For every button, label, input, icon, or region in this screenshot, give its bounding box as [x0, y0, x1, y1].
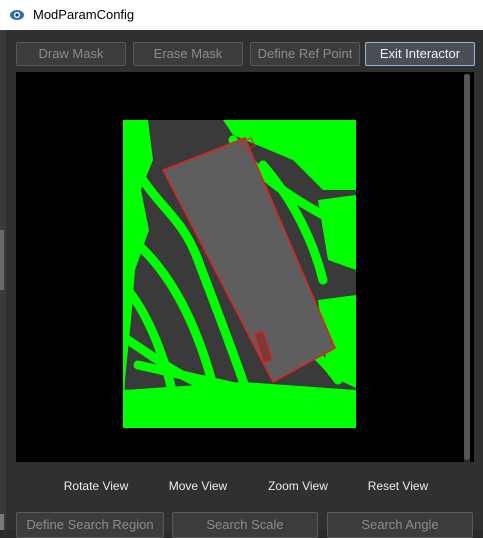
define-search-region-button[interactable]: Define Search Region	[16, 512, 164, 538]
move-view-button[interactable]: Move View	[156, 474, 240, 498]
part-image[interactable]	[123, 120, 356, 428]
search-scale-button[interactable]: Search Scale	[172, 512, 318, 538]
rotate-view-button[interactable]: Rotate View	[54, 474, 138, 498]
reset-view-button[interactable]: Reset View	[356, 474, 440, 498]
draw-mask-button[interactable]: Draw Mask	[16, 42, 126, 66]
eye-icon	[10, 10, 24, 20]
search-angle-button[interactable]: Search Angle	[327, 512, 473, 538]
window-title: ModParamConfig	[33, 7, 135, 22]
scrollbar-thumb[interactable]	[464, 74, 470, 460]
title-bar: ModParamConfig	[0, 0, 483, 30]
erase-mask-button[interactable]: Erase Mask	[133, 42, 243, 66]
main-panel: Draw Mask Erase Mask Define Ref Point Ex…	[6, 30, 483, 538]
vertical-scrollbar[interactable]	[464, 74, 470, 462]
define-ref-point-button[interactable]: Define Ref Point	[250, 42, 360, 66]
zoom-view-button[interactable]: Zoom View	[256, 474, 340, 498]
image-view[interactable]	[16, 72, 474, 462]
exit-interactor-button[interactable]: Exit Interactor	[365, 42, 475, 66]
